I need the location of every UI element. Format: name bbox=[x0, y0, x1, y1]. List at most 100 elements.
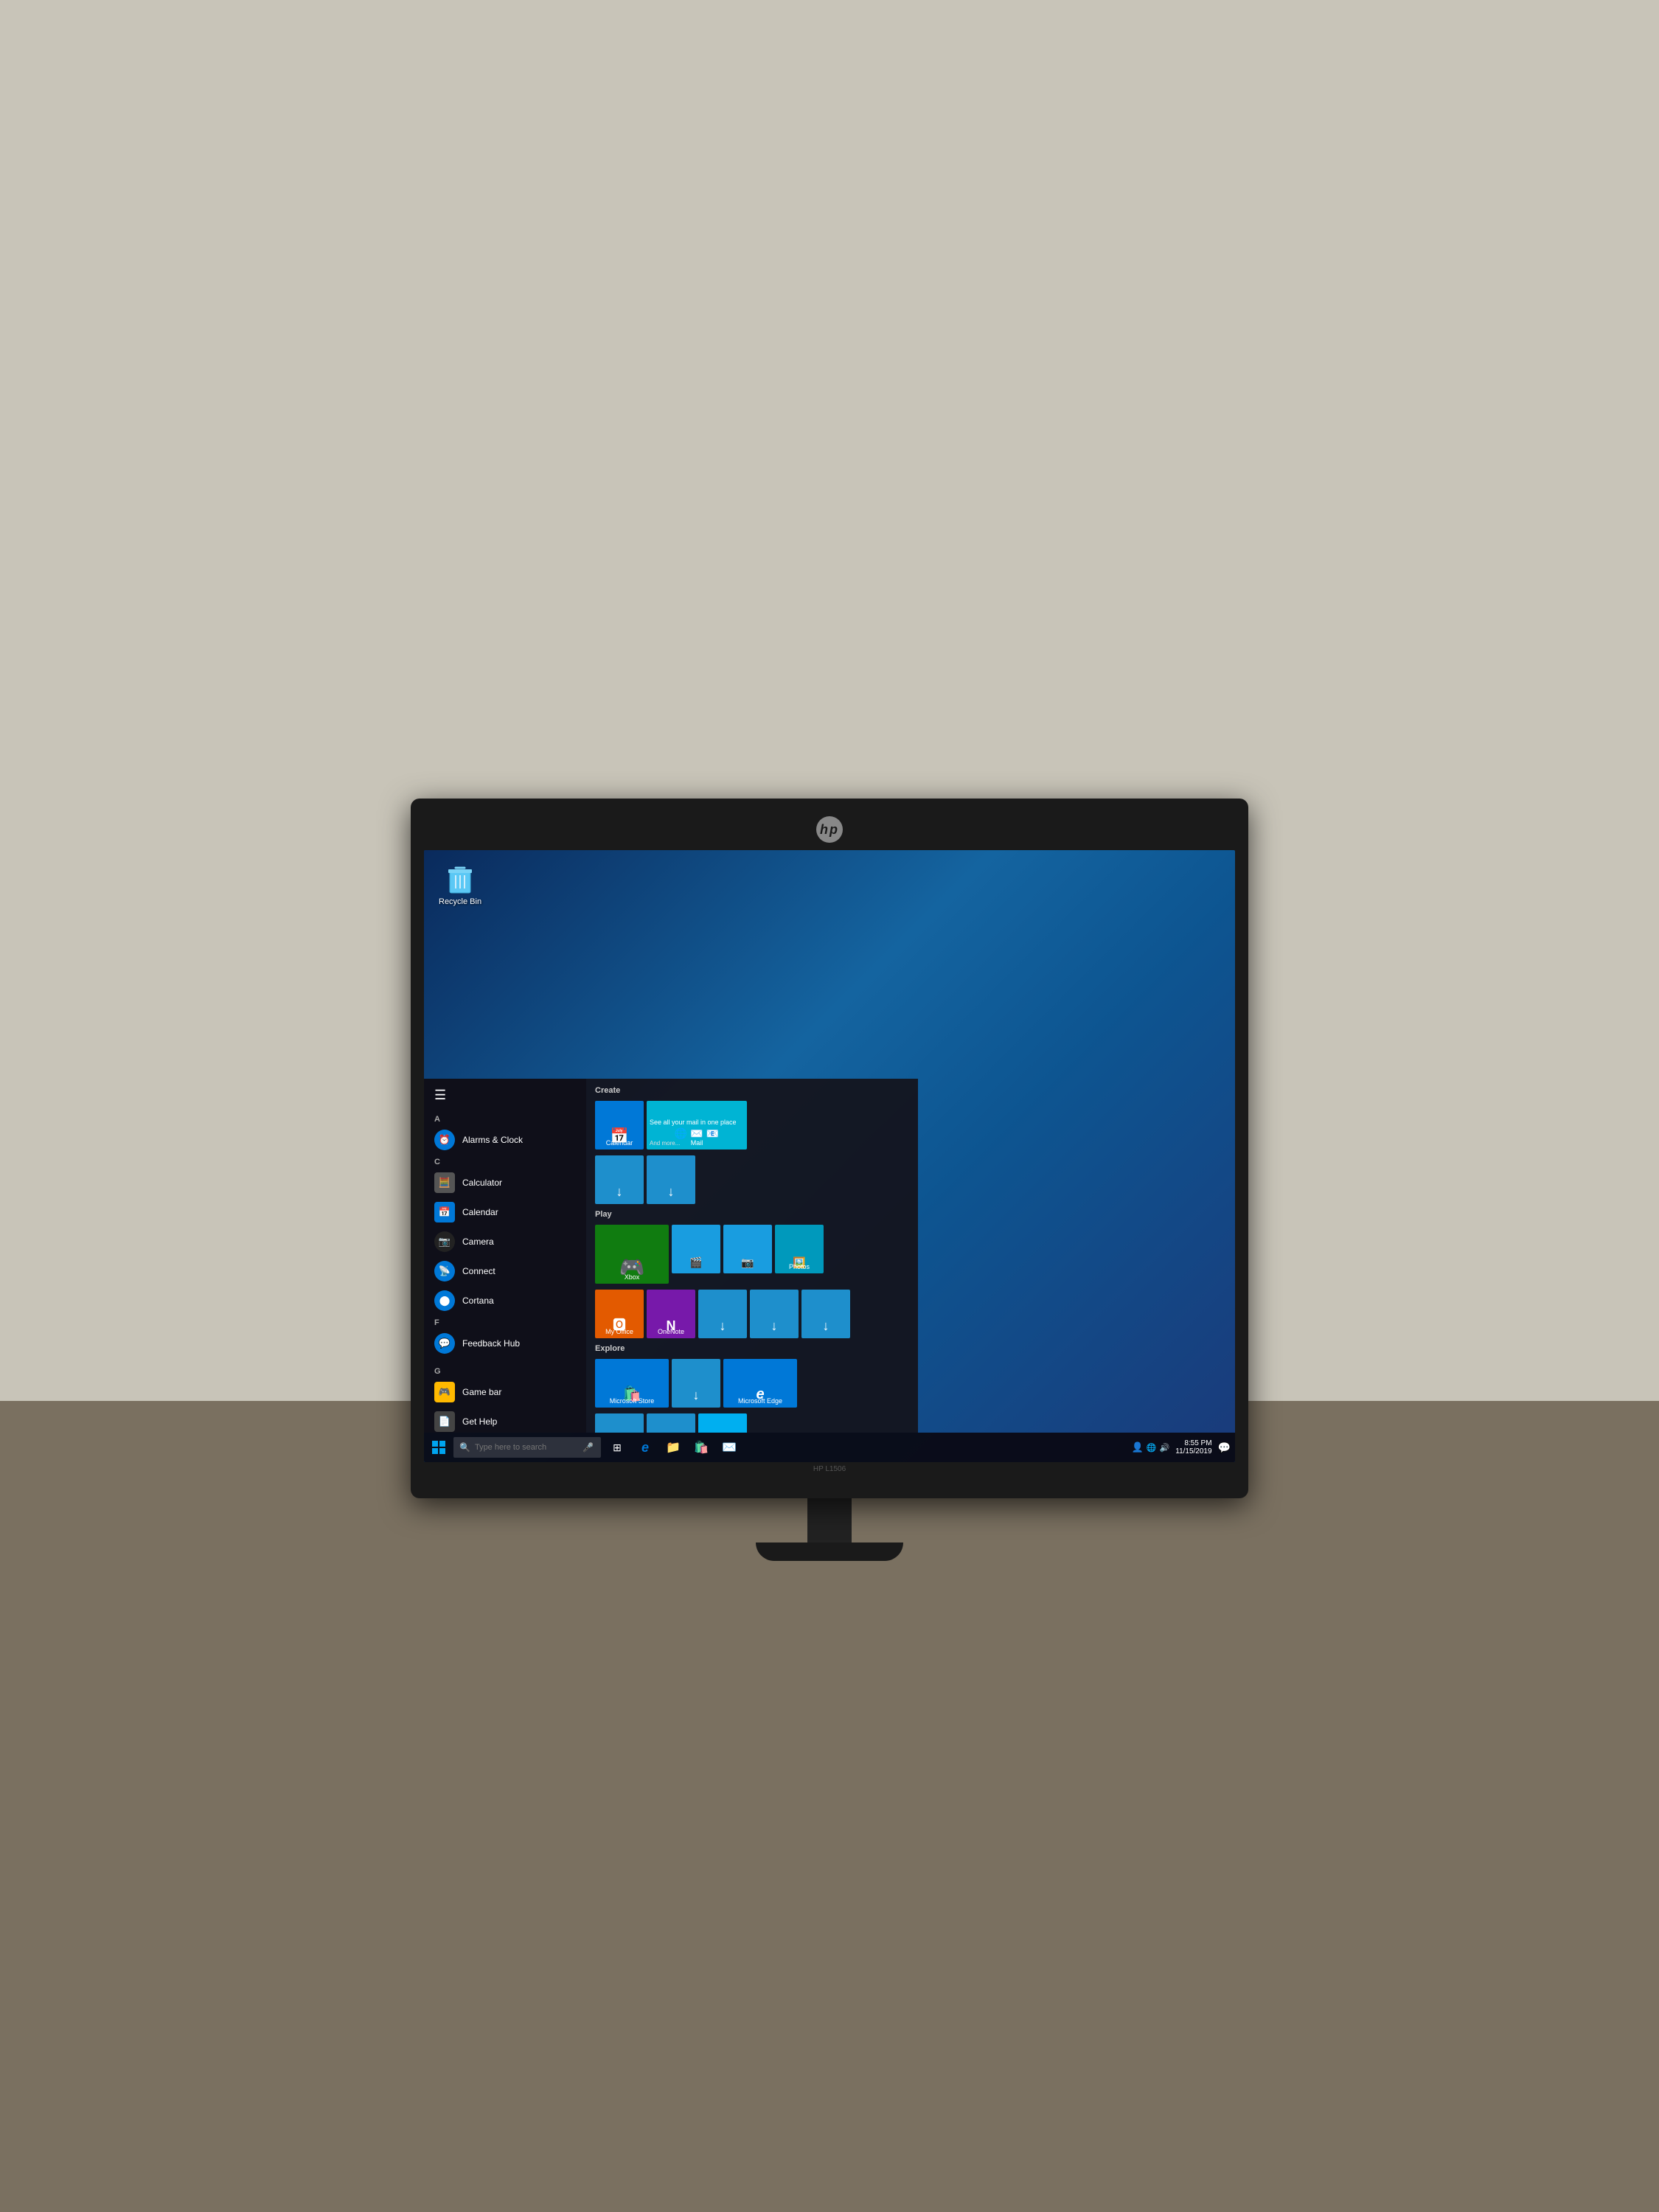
calculator-label: Calculator bbox=[462, 1178, 502, 1188]
tile-mail[interactable]: See all your mail in one place 🌐 ✉️ 📧 An… bbox=[647, 1101, 747, 1150]
game-bar-label: Game bar bbox=[462, 1387, 501, 1397]
taskbar-time-value: 8:55 PM bbox=[1184, 1439, 1211, 1447]
tile-onenote-label: OneNote bbox=[650, 1328, 692, 1335]
taskbar-task-view[interactable]: ⊞ bbox=[604, 1433, 630, 1462]
start-menu: ☰ A ⏰ Alarms & Clock C 🧮 Calculator 📅 bbox=[424, 1079, 918, 1433]
tile-xbox[interactable]: 🎮 Xbox bbox=[595, 1225, 669, 1284]
monitor-top-bar: hp bbox=[424, 812, 1235, 850]
taskbar: 🔍 🎤 ⊞ e 📁 🛍️ ✉️ 👤 🌐 bbox=[424, 1433, 1235, 1462]
tiles-row-explore: 🛍️ Microsoft Store ↓ e Microsoft Edge bbox=[595, 1359, 909, 1408]
tile-photos-label: Photos bbox=[778, 1263, 821, 1270]
taskbar-file-explorer-icon[interactable]: 📁 bbox=[660, 1433, 686, 1462]
cortana-icon: ⬤ bbox=[434, 1290, 455, 1311]
tiles-row-more: ↓ ↓ S Skype bbox=[595, 1413, 909, 1433]
tile-dl2[interactable]: ↓ bbox=[647, 1155, 695, 1204]
tile-onenote[interactable]: N OneNote bbox=[647, 1290, 695, 1338]
tiles-create-label: Create bbox=[595, 1086, 909, 1095]
tiles-row-create: 📅 Calendar See all your mail in one plac… bbox=[595, 1101, 909, 1150]
search-input[interactable] bbox=[475, 1443, 578, 1452]
app-get-help[interactable]: 📄 Get Help bbox=[424, 1407, 586, 1433]
app-camera[interactable]: 📷 Camera bbox=[424, 1227, 586, 1256]
camera-label: Camera bbox=[462, 1237, 494, 1247]
tile-dl6[interactable]: ↓ bbox=[672, 1359, 720, 1408]
tile-myoffice-label: My Office bbox=[598, 1328, 641, 1335]
windows-logo bbox=[432, 1441, 445, 1454]
tile-dl5[interactable]: ↓ bbox=[801, 1290, 850, 1338]
taskbar-system-tray: 👤 🌐 🔊 8:55 PM 11/15/2019 💬 bbox=[1132, 1439, 1235, 1455]
connect-icon: 📡 bbox=[434, 1261, 455, 1281]
recycle-bin-icon[interactable]: Recycle Bin bbox=[439, 865, 481, 906]
section-label-a: A bbox=[424, 1112, 586, 1125]
get-help-label: Get Help bbox=[462, 1416, 497, 1427]
tile-dl8[interactable]: ↓ bbox=[647, 1413, 695, 1433]
start-menu-tiles: Create 📅 Calendar See all your mail in o… bbox=[586, 1079, 918, 1433]
section-label-g: G bbox=[424, 1364, 586, 1377]
hp-logo: hp bbox=[816, 816, 843, 843]
tile-calendar-label: Calendar bbox=[598, 1139, 641, 1147]
app-feedback-hub[interactable]: 💬 Feedback Hub bbox=[424, 1329, 586, 1358]
start-button[interactable] bbox=[424, 1433, 453, 1462]
camera-icon: 📷 bbox=[434, 1231, 455, 1252]
section-label-c: C bbox=[424, 1155, 586, 1168]
calculator-icon: 🧮 bbox=[434, 1172, 455, 1193]
monitor-frame: hp Recycle Bin bbox=[411, 799, 1248, 1498]
tile-dl3[interactable]: ↓ bbox=[698, 1290, 747, 1338]
cortana-mic-icon: 🎤 bbox=[582, 1442, 594, 1453]
recycle-bin-image bbox=[445, 865, 475, 894]
tile-edge-label: Microsoft Edge bbox=[726, 1397, 794, 1405]
connect-label: Connect bbox=[462, 1266, 495, 1276]
volume-icon: 🔊 bbox=[1160, 1443, 1170, 1453]
system-icons: 👤 🌐 🔊 bbox=[1132, 1441, 1170, 1453]
taskbar-store-icon[interactable]: 🛍️ bbox=[688, 1433, 714, 1462]
taskbar-date-value: 11/15/2019 bbox=[1175, 1447, 1211, 1455]
app-connect[interactable]: 📡 Connect bbox=[424, 1256, 586, 1286]
calendar-label: Calendar bbox=[462, 1207, 498, 1217]
monitor-stand-neck bbox=[807, 1498, 852, 1543]
taskbar-clock[interactable]: 8:55 PM 11/15/2019 bbox=[1172, 1439, 1214, 1455]
monitor-model-label: HP L1506 bbox=[424, 1462, 1235, 1476]
app-game-bar[interactable]: 🎮 Game bar bbox=[424, 1377, 586, 1407]
tile-dl1[interactable]: ↓ bbox=[595, 1155, 644, 1204]
section-label-f: F bbox=[424, 1315, 586, 1329]
monitor-stand-base bbox=[756, 1543, 903, 1561]
alarms-clock-icon: ⏰ bbox=[434, 1130, 455, 1150]
taskbar-edge-icon[interactable]: e bbox=[632, 1433, 658, 1462]
tile-skype[interactable]: S Skype bbox=[698, 1413, 747, 1433]
app-calculator[interactable]: 🧮 Calculator bbox=[424, 1168, 586, 1197]
feedback-hub-icon: 💬 bbox=[434, 1333, 455, 1354]
alarms-clock-label: Alarms & Clock bbox=[462, 1135, 523, 1145]
screen: Recycle Bin ☰ A ⏰ Alarms & Clock C 🧮 bbox=[424, 850, 1235, 1462]
taskbar-app-icons: ⊞ e 📁 🛍️ ✉️ bbox=[601, 1433, 745, 1462]
app-alarms-clock[interactable]: ⏰ Alarms & Clock bbox=[424, 1125, 586, 1155]
tiles-explore-label: Explore bbox=[595, 1344, 909, 1353]
start-menu-app-list: ☰ A ⏰ Alarms & Clock C 🧮 Calculator 📅 bbox=[424, 1079, 586, 1433]
tiles-row-office: 🅾 My Office N OneNote ↓ ↓ bbox=[595, 1290, 909, 1338]
tiles-row-dl1: ↓ ↓ bbox=[595, 1155, 909, 1204]
taskbar-search-box[interactable]: 🔍 🎤 bbox=[453, 1437, 601, 1458]
tile-edge[interactable]: e Microsoft Edge bbox=[723, 1359, 797, 1408]
tile-myoffice[interactable]: 🅾 My Office bbox=[595, 1290, 644, 1338]
tile-dl4[interactable]: ↓ bbox=[750, 1290, 799, 1338]
app-calendar[interactable]: 📅 Calendar bbox=[424, 1197, 586, 1227]
network-icon: 🌐 bbox=[1147, 1443, 1157, 1453]
tiles-play-label: Play bbox=[595, 1210, 909, 1219]
tile-store-label: Microsoft Store bbox=[598, 1397, 666, 1405]
hamburger-menu-button[interactable]: ☰ bbox=[424, 1079, 586, 1112]
recycle-bin-label: Recycle Bin bbox=[439, 897, 481, 906]
cortana-label: Cortana bbox=[462, 1295, 494, 1306]
tile-calendar[interactable]: 📅 Calendar bbox=[595, 1101, 644, 1150]
feedback-hub-label: Feedback Hub bbox=[462, 1338, 520, 1349]
tile-camera2[interactable]: 📷 bbox=[723, 1225, 772, 1273]
tile-dl7[interactable]: ↓ bbox=[595, 1413, 644, 1433]
game-bar-icon: 🎮 bbox=[434, 1382, 455, 1402]
app-cortana[interactable]: ⬤ Cortana bbox=[424, 1286, 586, 1315]
action-center-icon[interactable]: 💬 bbox=[1218, 1441, 1231, 1454]
calendar-icon: 📅 bbox=[434, 1202, 455, 1222]
tile-photos[interactable]: 🖼️ Photos bbox=[775, 1225, 824, 1273]
get-help-icon: 📄 bbox=[434, 1411, 455, 1432]
tile-store[interactable]: 🛍️ Microsoft Store bbox=[595, 1359, 669, 1408]
monitor-wrapper: hp Recycle Bin bbox=[411, 799, 1248, 1561]
tile-mail-label: Mail bbox=[650, 1139, 744, 1147]
taskbar-mail-icon[interactable]: ✉️ bbox=[716, 1433, 742, 1462]
tile-movies[interactable]: 🎬 bbox=[672, 1225, 720, 1273]
